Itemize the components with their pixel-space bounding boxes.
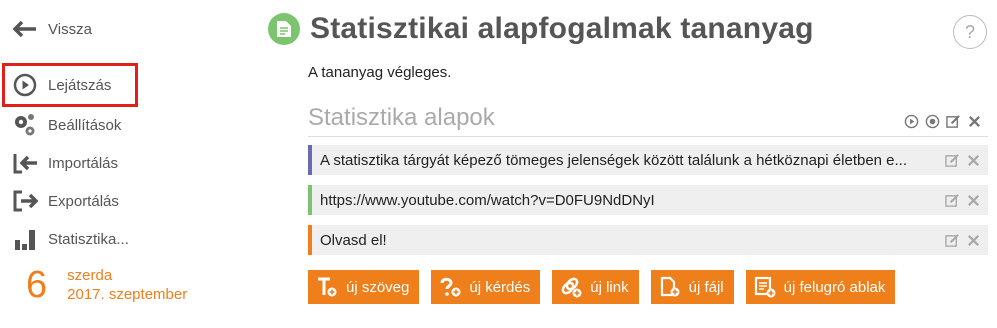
edit-icon[interactable] [944, 152, 961, 169]
arrow-left-icon [12, 16, 38, 42]
row-tools [944, 232, 988, 249]
popup-plus-icon [754, 276, 776, 298]
row-text: Olvasd el! [320, 231, 387, 249]
close-icon[interactable] [965, 192, 982, 209]
export-icon [12, 188, 38, 214]
edit-icon[interactable] [945, 113, 962, 130]
record-icon[interactable] [924, 113, 941, 130]
row-text: https://www.youtube.com/watch?v=D0FU9NdD… [320, 191, 655, 209]
date-month-year: 2017. szeptember [67, 286, 188, 303]
row-tools [944, 152, 988, 169]
close-icon[interactable] [965, 152, 982, 169]
button-label: új link [590, 278, 629, 296]
list-item[interactable]: A statisztika tárgyát képező tömeges jel… [308, 145, 988, 175]
row-tools [944, 192, 988, 209]
new-text-button[interactable]: új szöveg [308, 270, 420, 304]
action-buttons: új szöveg új kérdés új link új fájl új f… [308, 270, 896, 304]
edit-icon[interactable] [944, 232, 961, 249]
status-text: A tananyag végleges. [308, 64, 452, 81]
sidebar-item-play[interactable]: Lejátszás [2, 63, 138, 107]
list-item[interactable]: Olvasd el! [308, 225, 988, 255]
file-plus-icon [659, 276, 681, 298]
new-file-button[interactable]: új fájl [650, 270, 734, 304]
sidebar-item-settings[interactable]: Beállítások [12, 110, 121, 140]
new-link-button[interactable]: új link [552, 270, 639, 304]
sidebar-item-statistics[interactable]: Statisztika... [12, 224, 129, 254]
date-weekday: szerda [67, 267, 113, 284]
play-icon[interactable] [903, 113, 920, 130]
back-link[interactable]: Vissza [12, 14, 92, 44]
section-tools [903, 113, 983, 130]
sidebar-item-label: Beállítások [48, 116, 122, 134]
section-title: Statisztika alapok [308, 104, 495, 131]
back-label: Vissza [48, 20, 92, 38]
button-label: új kérdés [469, 278, 531, 296]
sidebar: Vissza Lejátszás Beállítások Importálás … [0, 0, 270, 328]
bar-chart-icon [12, 226, 38, 252]
new-question-button[interactable]: új kérdés [431, 270, 541, 304]
button-label: új felugró ablak [783, 278, 886, 296]
section-divider [308, 136, 988, 137]
page-title: Statisztikai alapfogalmak tananyag [310, 12, 814, 45]
text-plus-icon [316, 276, 338, 298]
page-header: Statisztikai alapfogalmak tananyag [268, 12, 814, 46]
link-plus-icon [560, 276, 582, 298]
question-plus-icon [439, 276, 461, 298]
close-icon[interactable] [965, 232, 982, 249]
sidebar-item-label: Exportálás [48, 192, 119, 210]
button-label: új fájl [688, 278, 724, 296]
row-text: A statisztika tárgyát képező tömeges jel… [320, 151, 908, 169]
sidebar-item-import[interactable]: Importálás [12, 148, 118, 178]
button-label: új szöveg [346, 278, 410, 296]
sidebar-item-label: Importálás [48, 154, 119, 172]
list-item[interactable]: https://www.youtube.com/watch?v=D0FU9NdD… [308, 185, 988, 215]
date-day: 6 [26, 264, 48, 306]
date-display: 6 szerda 2017. szeptember [26, 266, 187, 304]
close-icon[interactable] [966, 113, 983, 130]
edit-icon[interactable] [944, 192, 961, 209]
gears-icon [12, 112, 38, 138]
play-circle-icon [12, 72, 38, 98]
new-popup-button[interactable]: új felugró ablak [745, 270, 896, 304]
sidebar-item-label: Lejátszás [48, 76, 112, 94]
sidebar-item-label: Statisztika... [48, 230, 129, 248]
document-icon [268, 13, 300, 45]
sidebar-item-export[interactable]: Exportálás [12, 186, 119, 216]
help-button[interactable]: ? [953, 15, 987, 49]
import-icon [12, 150, 38, 176]
